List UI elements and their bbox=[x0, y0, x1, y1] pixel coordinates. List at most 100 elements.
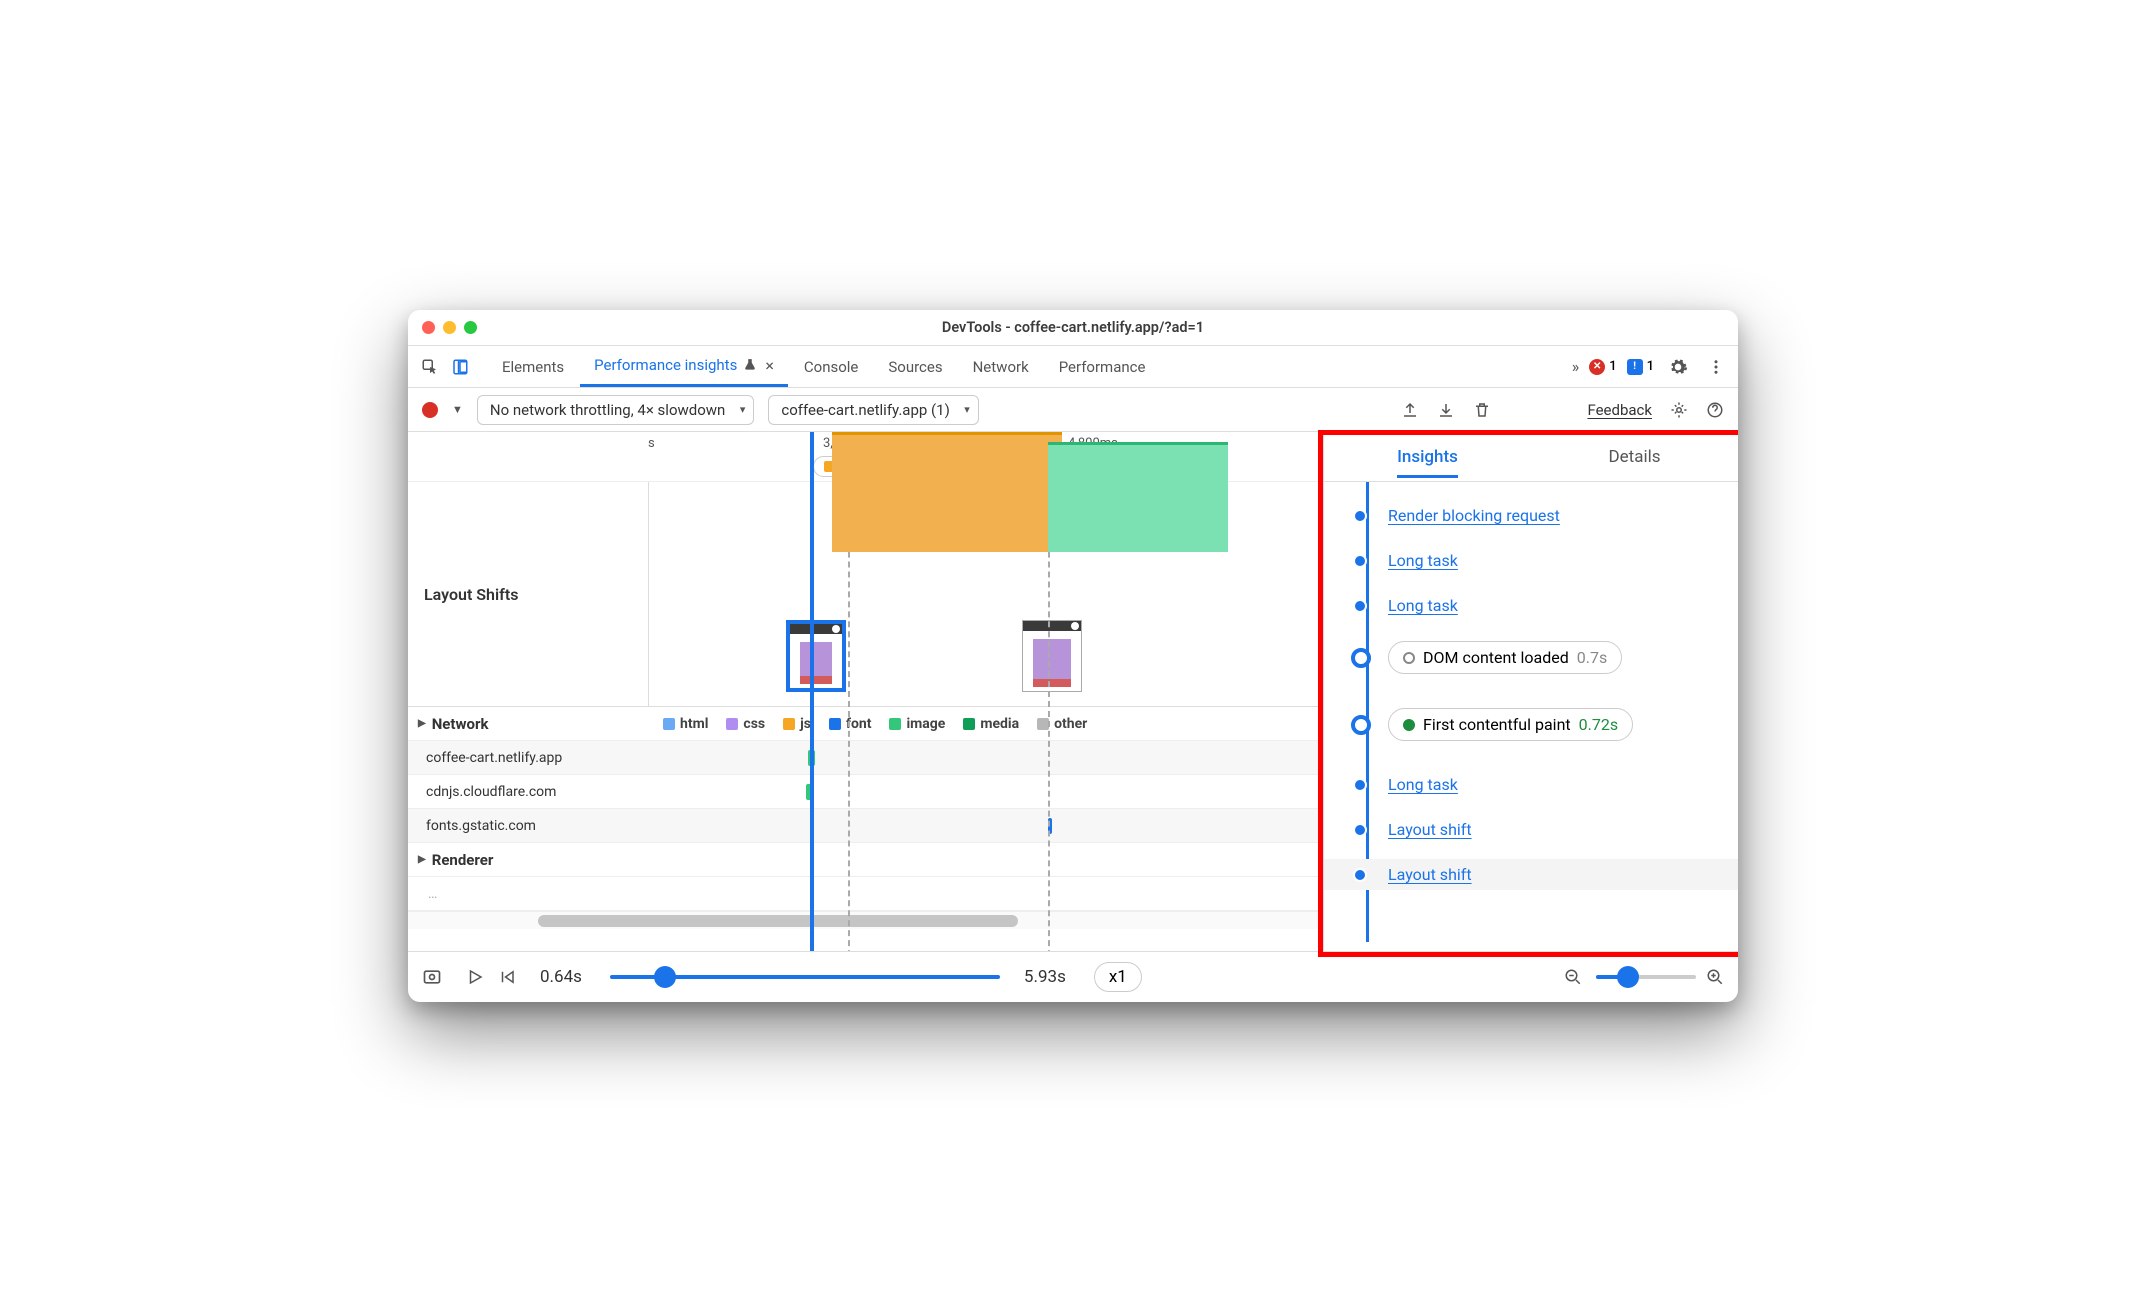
timeline-ring-icon bbox=[1351, 648, 1371, 668]
timeline-body: Layout Shifts ▶ Network bbox=[408, 482, 1323, 929]
filmstrip-frame[interactable] bbox=[1022, 620, 1082, 692]
timeline-dot-icon bbox=[1353, 554, 1367, 568]
scrollbar-thumb[interactable] bbox=[538, 915, 1018, 927]
tab-performance-insights[interactable]: Performance insights × bbox=[580, 346, 788, 387]
legend-image: image bbox=[906, 716, 945, 732]
zoom-out-icon[interactable] bbox=[1564, 968, 1582, 986]
long-task-block[interactable] bbox=[832, 432, 1062, 552]
help-icon[interactable] bbox=[1706, 401, 1724, 419]
host-b-label: cdnjs.cloudflare.com bbox=[426, 784, 556, 800]
host-a-label: coffee-cart.netlify.app bbox=[426, 750, 562, 766]
network-host-row[interactable]: coffee-cart.netlify.app bbox=[408, 741, 1323, 775]
fcp-pill[interactable]: First contentful paint 0.72s bbox=[1388, 708, 1633, 741]
hollow-dot-icon bbox=[1403, 652, 1415, 664]
delete-icon[interactable] bbox=[1473, 401, 1491, 419]
zoom-in-icon[interactable] bbox=[1706, 968, 1724, 986]
network-section-header[interactable]: ▶ Network html css js font image media o… bbox=[408, 707, 1323, 741]
legend-other: other bbox=[1054, 716, 1087, 732]
insight-item[interactable]: Long task bbox=[1354, 545, 1728, 576]
import-icon[interactable] bbox=[1437, 401, 1455, 419]
panel-tabstrip: Elements Performance insights × Console … bbox=[408, 346, 1738, 388]
tick-start: s bbox=[648, 436, 655, 451]
legend-media-swatch bbox=[963, 718, 975, 730]
insight-item[interactable]: Layout shift bbox=[1324, 859, 1738, 890]
track-divider bbox=[648, 482, 649, 706]
zoom-slider[interactable] bbox=[1596, 975, 1696, 979]
insight-milestone[interactable]: First contentful paint 0.72s bbox=[1354, 702, 1728, 747]
insight-long-task[interactable]: Long task bbox=[1388, 596, 1458, 615]
renderer-section-header[interactable]: ▶ Renderer bbox=[408, 843, 1323, 877]
throttling-select[interactable]: No network throttling, 4× slowdown bbox=[477, 395, 754, 425]
kebab-menu-icon[interactable] bbox=[1702, 353, 1730, 381]
legend-html-swatch bbox=[663, 718, 675, 730]
network-host-row[interactable]: cdnjs.cloudflare.com bbox=[408, 775, 1323, 809]
fcp-label: First contentful paint bbox=[1423, 715, 1571, 734]
caret-right-icon: ▶ bbox=[418, 718, 426, 729]
issues-badge[interactable]: !1 bbox=[1627, 359, 1654, 375]
horizontal-scrollbar[interactable] bbox=[408, 911, 1323, 929]
export-icon[interactable] bbox=[1401, 401, 1419, 419]
error-badge[interactable]: ✕1 bbox=[1589, 359, 1616, 375]
slider-knob[interactable] bbox=[654, 966, 676, 988]
fcp-time: 0.72s bbox=[1579, 715, 1618, 734]
layout-shifts-track[interactable]: Layout Shifts bbox=[408, 482, 1323, 707]
preview-toggle-icon[interactable] bbox=[422, 967, 442, 987]
timeline-dot-icon bbox=[1353, 868, 1367, 882]
panel-settings-icon[interactable] bbox=[1670, 401, 1688, 419]
tab-console-label: Console bbox=[804, 358, 859, 376]
paint-block[interactable] bbox=[1048, 442, 1228, 552]
insight-item[interactable]: Layout shift bbox=[1354, 814, 1728, 845]
legend-image-swatch bbox=[889, 718, 901, 730]
insight-long-task[interactable]: Long task bbox=[1388, 775, 1458, 794]
feedback-link[interactable]: Feedback bbox=[1587, 401, 1652, 419]
dcl-label: DOM content loaded bbox=[1423, 648, 1569, 667]
close-tab-icon[interactable]: × bbox=[765, 356, 774, 375]
insight-item[interactable]: Long task bbox=[1354, 590, 1728, 621]
tab-console[interactable]: Console bbox=[790, 346, 873, 387]
insights-list[interactable]: Render blocking request Long task Long t… bbox=[1324, 482, 1738, 942]
insight-render-blocking[interactable]: Render blocking request bbox=[1388, 506, 1560, 525]
insights-toolbar: ▼ No network throttling, 4× slowdown cof… bbox=[408, 388, 1738, 432]
play-icon[interactable] bbox=[466, 968, 484, 986]
settings-icon[interactable] bbox=[1664, 353, 1692, 381]
network-host-row[interactable]: fonts.gstatic.com bbox=[408, 809, 1323, 843]
tab-details[interactable]: Details bbox=[1531, 432, 1738, 481]
caret-right-icon: ▶ bbox=[418, 854, 426, 865]
more-tabs-chevron[interactable]: » bbox=[1572, 357, 1580, 376]
tab-performance[interactable]: Performance bbox=[1045, 346, 1160, 387]
page-value: coffee-cart.netlify.app (1) bbox=[781, 401, 949, 419]
tab-network[interactable]: Network bbox=[959, 346, 1043, 387]
speed-chip[interactable]: x1 bbox=[1094, 962, 1142, 992]
timeline-dot-icon bbox=[1353, 823, 1367, 837]
device-toolbar-icon[interactable] bbox=[446, 353, 474, 381]
zoom-knob[interactable] bbox=[1617, 966, 1639, 988]
tab-insights[interactable]: Insights bbox=[1324, 432, 1531, 481]
timeline-dot-icon bbox=[1353, 778, 1367, 792]
insight-layout-shift[interactable]: Layout shift bbox=[1388, 820, 1472, 839]
tab-sources[interactable]: Sources bbox=[874, 346, 956, 387]
renderer-label: Renderer bbox=[432, 851, 494, 869]
dcl-pill[interactable]: DOM content loaded 0.7s bbox=[1388, 641, 1622, 674]
tab-sources-label: Sources bbox=[888, 358, 942, 376]
network-label: Network bbox=[432, 715, 489, 733]
tab-elements[interactable]: Elements bbox=[488, 346, 578, 387]
main-area: s 3,200ms 4,800ms LCP Layout Shifts bbox=[408, 432, 1738, 952]
insights-tabs: Insights Details bbox=[1324, 432, 1738, 482]
insight-long-task[interactable]: Long task bbox=[1388, 551, 1458, 570]
rewind-icon[interactable] bbox=[498, 968, 516, 986]
filmstrip-frame-selected[interactable] bbox=[786, 620, 846, 692]
playhead-slider[interactable] bbox=[610, 975, 1000, 979]
insight-layout-shift[interactable]: Layout shift bbox=[1388, 865, 1472, 884]
insight-item[interactable]: Render blocking request bbox=[1354, 500, 1728, 531]
insight-item[interactable]: Long task bbox=[1354, 769, 1728, 800]
playhead-line[interactable] bbox=[810, 432, 814, 951]
record-dropdown-icon[interactable]: ▼ bbox=[452, 403, 463, 416]
record-button[interactable] bbox=[422, 402, 438, 418]
window-title: DevTools - coffee-cart.netlify.app/?ad=1 bbox=[408, 319, 1738, 336]
inspect-element-icon[interactable] bbox=[416, 353, 444, 381]
flask-icon bbox=[743, 358, 757, 372]
legend-html: html bbox=[680, 716, 708, 732]
truncated-row: … bbox=[408, 877, 1323, 911]
page-select[interactable]: coffee-cart.netlify.app (1) bbox=[768, 395, 978, 425]
insight-milestone[interactable]: DOM content loaded 0.7s bbox=[1354, 635, 1728, 680]
